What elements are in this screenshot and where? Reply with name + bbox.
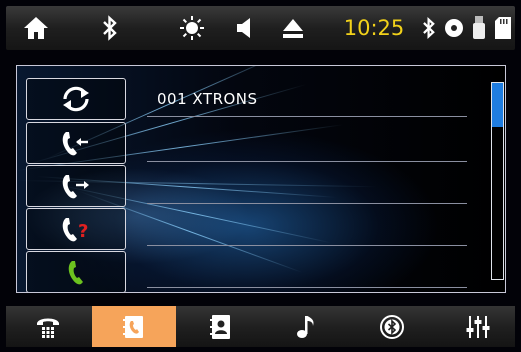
incoming-call-icon: [59, 129, 93, 157]
sync-button[interactable]: [26, 78, 126, 120]
list-divider: [147, 287, 467, 288]
incoming-calls-button[interactable]: [26, 122, 126, 164]
contacts-tab[interactable]: [178, 306, 262, 347]
list-divider: [147, 161, 467, 162]
phonebook-panel: ? 001 XTRONS: [16, 65, 506, 293]
bluetooth-settings-icon: [379, 314, 405, 340]
phonebook-icon: [122, 314, 146, 340]
outgoing-call-icon: [59, 172, 93, 200]
dialpad-icon: [35, 314, 61, 340]
clock: 10:25: [343, 16, 405, 40]
svg-text:?: ?: [78, 221, 88, 242]
bottom-nav: [6, 306, 515, 347]
sd-card-icon: [492, 6, 514, 50]
list-divider: [147, 245, 467, 246]
list-item[interactable]: 001 XTRONS: [157, 90, 258, 108]
missed-calls-button[interactable]: ?: [26, 208, 126, 250]
disc-icon: [442, 6, 466, 50]
dial-icon: [64, 258, 88, 286]
eject-icon[interactable]: [276, 6, 310, 50]
music-tab[interactable]: [264, 306, 348, 347]
brightness-icon[interactable]: [172, 6, 212, 50]
bluetooth-settings-tab[interactable]: [350, 306, 434, 347]
dialpad-tab[interactable]: [6, 306, 90, 347]
scrollbar-thumb[interactable]: [492, 83, 503, 127]
status-bar: 10:25: [6, 6, 515, 50]
contacts-icon: [209, 314, 231, 340]
phonebook-tab[interactable]: [92, 306, 176, 347]
dial-button[interactable]: [26, 251, 126, 292]
home-icon[interactable]: [14, 6, 58, 50]
music-icon: [295, 314, 317, 340]
outgoing-calls-button[interactable]: [26, 165, 126, 207]
sync-icon: [59, 85, 93, 113]
list-divider: [147, 116, 467, 117]
bluetooth-icon[interactable]: [88, 6, 132, 50]
bluetooth-status-icon: [418, 6, 440, 50]
volume-icon[interactable]: [228, 6, 262, 50]
usb-icon: [468, 6, 490, 50]
scrollbar[interactable]: [491, 82, 504, 280]
screen: 10:25 ? 001 XTRONS: [0, 0, 521, 352]
list-divider: [147, 203, 467, 204]
equalizer-tab[interactable]: [436, 306, 520, 347]
equalizer-icon: [466, 314, 490, 340]
missed-call-icon: ?: [59, 215, 93, 243]
